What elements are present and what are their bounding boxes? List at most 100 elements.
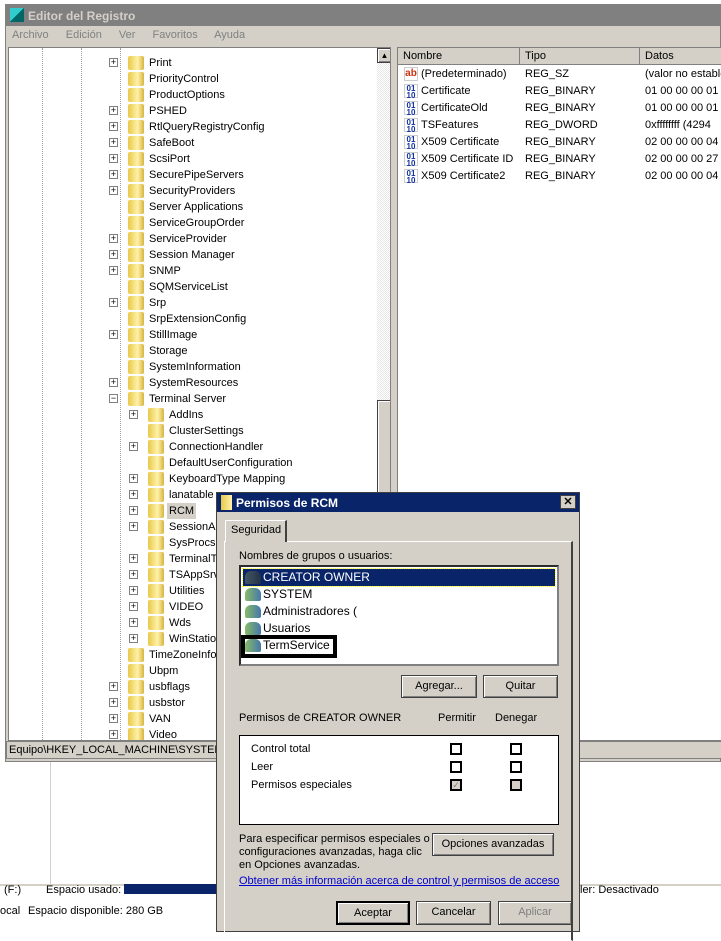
- user-item[interactable]: Administradores (: [243, 603, 555, 620]
- tree-item[interactable]: DefaultUserConfiguration: [9, 455, 377, 471]
- tree-item-label: RtlQueryRegistryConfig: [149, 121, 265, 133]
- remove-button[interactable]: Quitar: [483, 675, 558, 698]
- tab-seguridad[interactable]: Seguridad: [225, 520, 287, 542]
- tree-item[interactable]: + Session Manager: [9, 247, 377, 263]
- tree-item[interactable]: + StillImage: [9, 327, 377, 343]
- folder-icon: [128, 136, 144, 150]
- tree-item[interactable]: Storage: [9, 343, 377, 359]
- tree-item[interactable]: ProductOptions: [9, 87, 377, 103]
- tree-item[interactable]: PriorityControl: [9, 71, 377, 87]
- column-header-datos[interactable]: Datos: [640, 48, 721, 65]
- expand-icon[interactable]: +: [129, 490, 138, 499]
- expand-icon[interactable]: +: [109, 298, 118, 307]
- apply-button[interactable]: Aplicar: [498, 901, 572, 925]
- expand-icon[interactable]: +: [109, 682, 118, 691]
- expand-icon[interactable]: +: [129, 442, 138, 451]
- expand-icon[interactable]: +: [109, 154, 118, 163]
- expand-icon[interactable]: +: [109, 170, 118, 179]
- column-header-nombre[interactable]: Nombre: [398, 48, 520, 65]
- scroll-up-button[interactable]: ▲: [377, 48, 390, 63]
- user-item[interactable]: CREATOR OWNER: [242, 568, 556, 587]
- expand-icon[interactable]: +: [109, 250, 118, 259]
- expand-icon[interactable]: +: [109, 186, 118, 195]
- close-button[interactable]: ✕: [560, 495, 576, 509]
- tree-item[interactable]: − Terminal Server: [9, 391, 377, 407]
- expand-icon[interactable]: +: [109, 58, 118, 67]
- value-row[interactable]: 01 10 Certificate REG_BINARY 01 00 00 00 01 …: [398, 83, 721, 100]
- value-row[interactable]: 01 10 X509 Certificate REG_BINARY 02 00 00 0…: [398, 134, 721, 151]
- expand-icon[interactable]: +: [109, 378, 118, 387]
- allow-checkbox[interactable]: [450, 761, 462, 773]
- tree-item[interactable]: + SNMP: [9, 263, 377, 279]
- tree-item[interactable]: + SecurityProviders: [9, 183, 377, 199]
- ok-button[interactable]: Aceptar: [336, 901, 410, 925]
- expand-icon[interactable]: +: [129, 570, 138, 579]
- help-link[interactable]: Obtener más información acerca de contro…: [239, 875, 559, 887]
- collapse-icon[interactable]: −: [109, 394, 118, 403]
- expand-icon[interactable]: +: [109, 106, 118, 115]
- menu-ayuda[interactable]: Ayuda: [214, 29, 245, 41]
- tree-item[interactable]: Server Applications: [9, 199, 377, 215]
- tree-item[interactable]: SystemInformation: [9, 359, 377, 375]
- tree-item[interactable]: + RtlQueryRegistryConfig: [9, 119, 377, 135]
- tree-item[interactable]: + Print: [9, 55, 377, 71]
- tree-item[interactable]: + ScsiPort: [9, 151, 377, 167]
- tree-item[interactable]: + SafeBoot: [9, 135, 377, 151]
- cancel-button[interactable]: Cancelar: [416, 901, 491, 925]
- expand-icon[interactable]: +: [129, 586, 138, 595]
- user-item[interactable]: SYSTEM: [243, 586, 555, 603]
- tree-item[interactable]: + Srp: [9, 295, 377, 311]
- expand-icon[interactable]: +: [109, 730, 118, 739]
- tree-item[interactable]: + SecurePipeServers: [9, 167, 377, 183]
- add-button[interactable]: Agregar...: [401, 675, 477, 698]
- value-row[interactable]: 01 10 CertificateOld REG_BINARY 01 00 00 00 …: [398, 100, 721, 117]
- expand-icon[interactable]: +: [109, 138, 118, 147]
- tree-item-label: PriorityControl: [149, 73, 219, 85]
- tree-item[interactable]: ServiceGroupOrder: [9, 215, 377, 231]
- drive-label: (F:): [4, 884, 22, 896]
- value-row[interactable]: 01 10 TSFeatures REG_DWORD 0xffffffff (4294: [398, 117, 721, 134]
- expand-icon[interactable]: +: [129, 522, 138, 531]
- tree-item[interactable]: ClusterSettings: [9, 423, 377, 439]
- tree-item[interactable]: + ServiceProvider: [9, 231, 377, 247]
- column-header-tipo[interactable]: Tipo: [520, 48, 640, 65]
- allow-checkbox[interactable]: [450, 743, 462, 755]
- menu-archivo[interactable]: Archivo: [12, 29, 49, 41]
- expand-icon[interactable]: +: [109, 234, 118, 243]
- expand-icon[interactable]: +: [129, 618, 138, 627]
- value-row[interactable]: 01 10 X509 Certificate2 REG_BINARY 02 00 00 …: [398, 168, 721, 185]
- tree-item[interactable]: + PSHED: [9, 103, 377, 119]
- expand-icon[interactable]: +: [109, 330, 118, 339]
- expand-icon[interactable]: +: [109, 122, 118, 131]
- folder-icon: [128, 312, 144, 326]
- permission-name: Control total: [251, 743, 311, 755]
- tree-item-label: AddIns: [169, 409, 204, 421]
- menu-ver[interactable]: Ver: [119, 29, 136, 41]
- expand-icon[interactable]: +: [129, 506, 138, 515]
- tree-item[interactable]: SQMServiceList: [9, 279, 377, 295]
- expand-icon[interactable]: +: [129, 634, 138, 643]
- expand-icon[interactable]: +: [109, 266, 118, 275]
- advanced-options-button[interactable]: Opciones avanzadas: [432, 833, 554, 856]
- expand-icon[interactable]: +: [129, 410, 138, 419]
- tree-item[interactable]: + KeyboardType Mapping: [9, 471, 377, 487]
- expand-icon[interactable]: +: [129, 602, 138, 611]
- tree-item[interactable]: + SystemResources: [9, 375, 377, 391]
- tree-item-label: Utilities: [169, 585, 205, 597]
- tree-item[interactable]: + ConnectionHandler: [9, 439, 377, 455]
- expand-icon[interactable]: +: [109, 698, 118, 707]
- deny-checkbox[interactable]: [510, 779, 522, 791]
- allow-checkbox[interactable]: ✓: [450, 779, 462, 791]
- deny-checkbox[interactable]: [510, 743, 522, 755]
- tree-item[interactable]: SrpExtensionConfig: [9, 311, 377, 327]
- tree-item[interactable]: + AddIns: [9, 407, 377, 423]
- menu-edicion[interactable]: Edición: [66, 29, 102, 41]
- deny-checkbox[interactable]: [510, 761, 522, 773]
- expand-icon[interactable]: +: [109, 714, 118, 723]
- value-row[interactable]: ab (Predeterminado) REG_SZ (valor no establ…: [398, 66, 721, 83]
- menu-favoritos[interactable]: Favoritos: [152, 29, 197, 41]
- permission-row: Leer: [240, 759, 558, 777]
- expand-icon[interactable]: +: [129, 474, 138, 483]
- value-row[interactable]: 01 10 X509 Certificate ID REG_BINARY 02 00 0…: [398, 151, 721, 168]
- expand-icon[interactable]: +: [129, 554, 138, 563]
